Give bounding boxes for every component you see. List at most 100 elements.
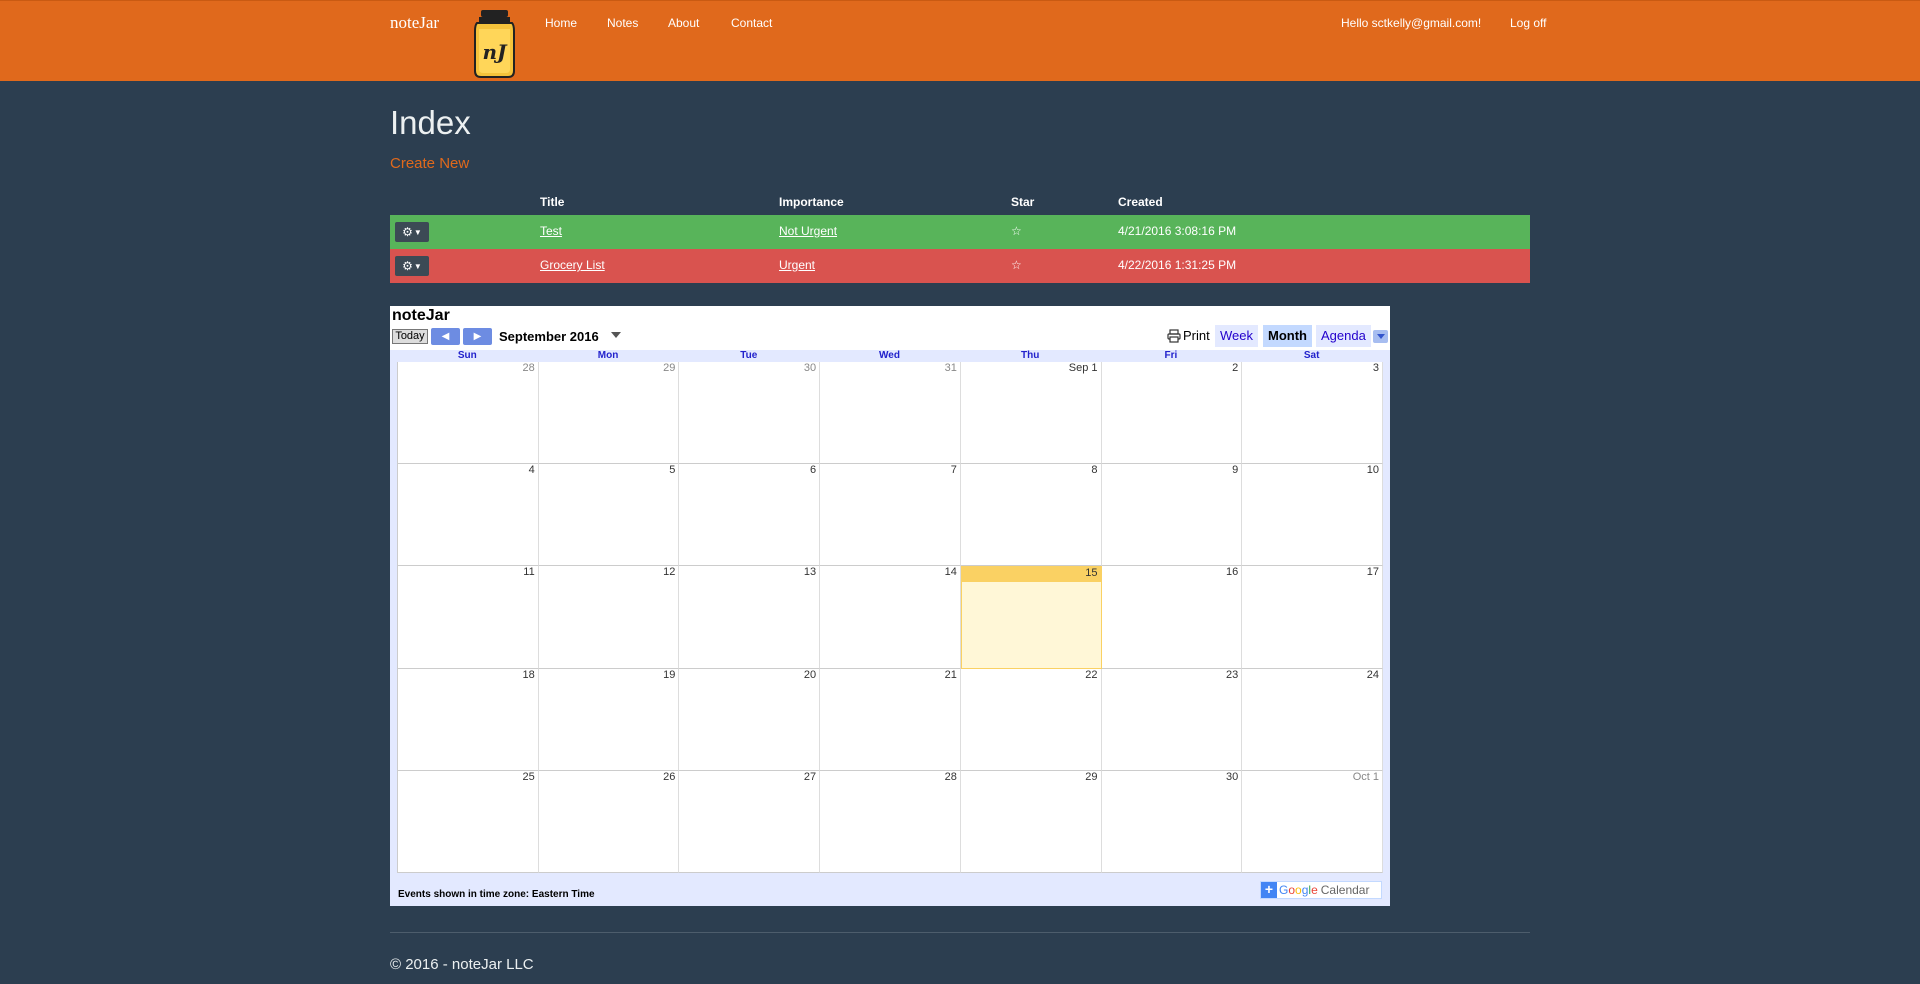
note-importance-link[interactable]: Urgent bbox=[779, 258, 815, 272]
day-number[interactable]: 22 bbox=[960, 668, 1101, 684]
day-number[interactable]: 31 bbox=[820, 362, 960, 377]
navbar: noteJar nJ Home Notes About Contact Hell… bbox=[0, 0, 1920, 81]
month-dropdown-icon[interactable] bbox=[611, 332, 621, 338]
day-number[interactable]: Oct 1 bbox=[1242, 770, 1382, 786]
row-actions-button[interactable]: ⚙ ▼ bbox=[395, 256, 429, 276]
calendar-day[interactable]: 28 bbox=[820, 770, 961, 873]
day-number[interactable]: 3 bbox=[1242, 362, 1382, 377]
day-number[interactable]: 13 bbox=[679, 566, 820, 582]
calendar-day[interactable]: 22 bbox=[960, 668, 1102, 771]
calendar-day[interactable]: 23 bbox=[1101, 668, 1243, 771]
day-number[interactable]: 26 bbox=[538, 770, 679, 786]
jar-logo-icon[interactable]: nJ bbox=[471, 9, 518, 79]
calendar-day[interactable]: 13 bbox=[679, 566, 821, 669]
day-number[interactable]: 19 bbox=[538, 668, 679, 684]
day-number[interactable]: 4 bbox=[398, 464, 538, 480]
day-number[interactable]: 28 bbox=[398, 362, 538, 377]
month-grid: 28 29 30 31 Sep 1 2 3 4 5 6 7 8 9 10 11 12 13 14 15 16 17 18 1… bbox=[397, 362, 1383, 873]
day-number[interactable]: 18 bbox=[398, 668, 538, 684]
day-number[interactable]: 15 bbox=[961, 567, 1101, 583]
day-number[interactable]: 27 bbox=[679, 770, 820, 786]
calendar-day[interactable]: 8 bbox=[960, 464, 1102, 567]
calendar-day[interactable]: 30 bbox=[679, 362, 821, 465]
day-number[interactable]: Sep 1 bbox=[960, 362, 1101, 377]
day-number[interactable]: 30 bbox=[679, 362, 820, 377]
calendar-day[interactable]: 28 bbox=[398, 362, 539, 465]
day-number[interactable]: 5 bbox=[538, 464, 679, 480]
next-month-button[interactable]: ▶ bbox=[463, 328, 492, 345]
calendar-day[interactable]: 29 bbox=[538, 362, 680, 465]
google-calendar-button[interactable]: + Google Calendar bbox=[1260, 881, 1382, 899]
calendar-day-today[interactable]: 15 bbox=[960, 566, 1102, 669]
calendar-day[interactable]: Sep 1 bbox=[960, 362, 1102, 465]
calendar-day[interactable]: 18 bbox=[398, 668, 539, 771]
calendar-day[interactable]: 20 bbox=[679, 668, 821, 771]
day-number[interactable]: 29 bbox=[960, 770, 1101, 786]
calendar-day[interactable]: 11 bbox=[398, 566, 539, 669]
calendar-day[interactable]: 26 bbox=[538, 770, 680, 873]
day-number[interactable]: 6 bbox=[679, 464, 820, 480]
brand-name[interactable]: noteJar bbox=[390, 13, 439, 33]
calendar-day[interactable]: 4 bbox=[398, 464, 539, 567]
day-number[interactable]: 7 bbox=[820, 464, 960, 480]
calendar-day[interactable]: 7 bbox=[820, 464, 961, 567]
day-number[interactable]: 29 bbox=[538, 362, 679, 377]
create-new-link[interactable]: Create New bbox=[390, 155, 469, 172]
note-title-link[interactable]: Test bbox=[540, 224, 562, 238]
calendar-day[interactable]: 31 bbox=[820, 362, 961, 465]
calendar-day[interactable]: 6 bbox=[679, 464, 821, 567]
row-actions-button[interactable]: ⚙ ▼ bbox=[395, 222, 429, 242]
day-number[interactable]: 20 bbox=[679, 668, 820, 684]
day-number[interactable]: 28 bbox=[820, 770, 960, 786]
nav-contact[interactable]: Contact bbox=[731, 16, 772, 30]
nav-home[interactable]: Home bbox=[545, 16, 577, 30]
day-number[interactable]: 2 bbox=[1101, 362, 1242, 377]
today-button[interactable]: Today bbox=[392, 329, 428, 344]
calendar-day[interactable]: 24 bbox=[1242, 668, 1383, 771]
day-number[interactable]: 25 bbox=[398, 770, 538, 786]
tab-month[interactable]: Month bbox=[1263, 325, 1312, 347]
tab-agenda[interactable]: Agenda bbox=[1316, 325, 1371, 347]
tab-week[interactable]: Week bbox=[1215, 325, 1258, 347]
calendar-day[interactable]: 3 bbox=[1242, 362, 1383, 465]
note-title-link[interactable]: Grocery List bbox=[540, 258, 605, 272]
prev-month-button[interactable]: ◀ bbox=[431, 328, 460, 345]
calendar-day[interactable]: 19 bbox=[538, 668, 680, 771]
day-number[interactable]: 30 bbox=[1101, 770, 1242, 786]
calendar-day[interactable]: 27 bbox=[679, 770, 821, 873]
star-icon[interactable]: ☆ bbox=[1011, 224, 1022, 238]
user-greeting-link[interactable]: Hello sctkelly@gmail.com! bbox=[1341, 16, 1481, 30]
notes-table: Title Importance Star Created ⚙ ▼ Test No… bbox=[390, 191, 1530, 283]
calendar-day[interactable]: Oct 1 bbox=[1242, 770, 1383, 873]
day-number[interactable]: 8 bbox=[960, 464, 1101, 480]
day-number[interactable]: 24 bbox=[1242, 668, 1382, 684]
calendar-day[interactable]: 14 bbox=[820, 566, 961, 669]
day-number[interactable]: 11 bbox=[398, 566, 538, 582]
calendar-day[interactable]: 10 bbox=[1242, 464, 1383, 567]
star-icon[interactable]: ☆ bbox=[1011, 258, 1022, 272]
calendar-day[interactable]: 17 bbox=[1242, 566, 1383, 669]
day-number[interactable]: 16 bbox=[1101, 566, 1242, 582]
logoff-link[interactable]: Log off bbox=[1510, 16, 1546, 30]
calendar-day[interactable]: 30 bbox=[1101, 770, 1243, 873]
calendar-day[interactable]: 12 bbox=[538, 566, 680, 669]
day-number[interactable]: 17 bbox=[1242, 566, 1382, 582]
calendar-day[interactable]: 9 bbox=[1101, 464, 1243, 567]
calendar-day[interactable]: 25 bbox=[398, 770, 539, 873]
calendar-day[interactable]: 29 bbox=[960, 770, 1102, 873]
print-button[interactable]: Print bbox=[1167, 328, 1210, 343]
day-number[interactable]: 9 bbox=[1101, 464, 1242, 480]
day-number[interactable]: 14 bbox=[820, 566, 960, 582]
nav-notes[interactable]: Notes bbox=[607, 16, 638, 30]
calendar-day[interactable]: 5 bbox=[538, 464, 680, 567]
view-dropdown-icon[interactable] bbox=[1373, 330, 1388, 343]
day-number[interactable]: 21 bbox=[820, 668, 960, 684]
calendar-day[interactable]: 16 bbox=[1101, 566, 1243, 669]
nav-about[interactable]: About bbox=[668, 16, 699, 30]
day-number[interactable]: 23 bbox=[1101, 668, 1242, 684]
calendar-day[interactable]: 2 bbox=[1101, 362, 1243, 465]
day-number[interactable]: 12 bbox=[538, 566, 679, 582]
calendar-day[interactable]: 21 bbox=[820, 668, 961, 771]
note-importance-link[interactable]: Not Urgent bbox=[779, 224, 837, 238]
day-number[interactable]: 10 bbox=[1242, 464, 1382, 480]
